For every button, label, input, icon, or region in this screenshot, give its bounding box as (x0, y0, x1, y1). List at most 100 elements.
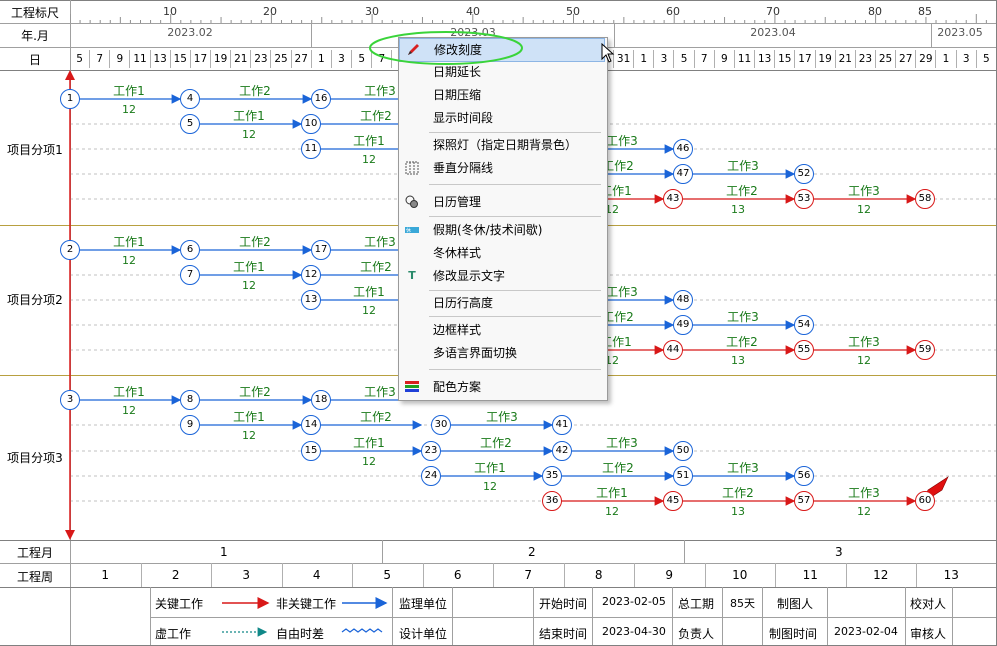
menu-item-holiday[interactable]: 休 假期(冬休/技术间歇) (399, 219, 605, 241)
menu-item-calendar-manage[interactable]: 日历管理 (399, 191, 605, 213)
node[interactable]: 7 (180, 265, 200, 285)
node[interactable]: 17 (311, 240, 331, 260)
menu-item-label: 配色方案 (433, 380, 482, 394)
task-duration: 12 (362, 153, 376, 166)
critical-node[interactable]: 58 (915, 189, 935, 209)
drawer-label: 制图人 (777, 597, 814, 611)
node[interactable]: 42 (552, 441, 572, 461)
critical-node[interactable]: 43 (663, 189, 683, 209)
task-name: 工作3 (364, 385, 396, 399)
task-name: 工作1 (353, 285, 385, 299)
project-week: 1 (101, 568, 110, 582)
menu-item-border-style[interactable]: 边框样式 (399, 319, 605, 341)
project-week-label: 工程周 (16, 570, 53, 584)
node[interactable]: 23 (421, 441, 441, 461)
critical-node[interactable]: 45 (663, 491, 683, 511)
task-name: 工作1 (113, 84, 145, 98)
menu-item-language[interactable]: 多语言界面切换 (399, 342, 605, 364)
node[interactable]: 51 (673, 466, 693, 486)
menu-item-winter-style[interactable]: 冬休样式 (399, 242, 605, 264)
project-week: 8 (594, 568, 603, 582)
node[interactable]: 5 (180, 114, 200, 134)
critical-node[interactable]: 57 (794, 491, 814, 511)
task-duration: 13 (731, 203, 745, 216)
node[interactable]: 56 (794, 466, 814, 486)
task-name: 工作1 (353, 134, 385, 148)
node[interactable]: 30 (431, 415, 451, 435)
task-name: 工作2 (239, 84, 271, 98)
menu-item-row-height[interactable]: 日历行高度 (399, 292, 605, 314)
node[interactable]: 9 (180, 415, 200, 435)
task-name: 工作3 (364, 84, 396, 98)
menu-item-spotlight[interactable]: 探照灯（指定日期背景色） (399, 134, 605, 156)
task-name: 工作2 (239, 385, 271, 399)
critical-node[interactable]: 36 (542, 491, 562, 511)
node[interactable]: 48 (673, 290, 693, 310)
context-menu[interactable]: 修改刻度 日期延长 日期压缩 显示时间段 探照灯（指定日期背景色） 垂直分隔线 … (398, 37, 608, 401)
project-week: 12 (873, 568, 889, 582)
menu-item-show-period[interactable]: 显示时间段 (399, 107, 605, 129)
node[interactable]: 11 (301, 139, 321, 159)
node[interactable]: 49 (673, 315, 693, 335)
node[interactable]: 1 (60, 89, 80, 109)
project-month: 1 (220, 545, 228, 559)
menu-item-label: 假期(冬休/技术间歇) (433, 223, 543, 237)
project-month-label: 工程月 (16, 546, 53, 560)
critical-node[interactable]: 55 (794, 340, 814, 360)
task-name: 工作1 (233, 109, 265, 123)
node[interactable]: 13 (301, 290, 321, 310)
task-name: 工作1 (596, 486, 628, 500)
task-name: 工作3 (364, 235, 396, 249)
node[interactable]: 18 (311, 390, 331, 410)
node[interactable]: 3 (60, 390, 80, 410)
menu-item-color-scheme[interactable]: 配色方案 (399, 376, 605, 398)
node[interactable]: 2 (60, 240, 80, 260)
node[interactable]: 10 (301, 114, 321, 134)
critical-node[interactable]: 44 (663, 340, 683, 360)
node[interactable]: 16 (311, 89, 331, 109)
project-week: 7 (524, 568, 533, 582)
node[interactable]: 47 (673, 164, 693, 184)
task-name: 工作2 (602, 461, 634, 475)
task-name: 工作1 (233, 410, 265, 424)
node[interactable]: 41 (552, 415, 572, 435)
duration-value: 85天 (730, 597, 755, 610)
node[interactable]: 46 (673, 139, 693, 159)
node[interactable]: 14 (301, 415, 321, 435)
node[interactable]: 8 (180, 390, 200, 410)
task-name: 工作2 (726, 184, 758, 198)
project-week: 6 (453, 568, 462, 582)
node[interactable]: 15 (301, 441, 321, 461)
menu-separator (429, 132, 601, 133)
node[interactable]: 52 (794, 164, 814, 184)
legend-virtual: 虚工作 (155, 627, 192, 641)
menu-separator (429, 316, 601, 317)
task-name: 工作3 (727, 159, 759, 173)
end-time-value: 2023-04-30 (602, 625, 666, 638)
color-scheme-icon (405, 380, 419, 394)
menu-item-compress-date[interactable]: 日期压缩 (399, 84, 605, 106)
node[interactable]: 12 (301, 265, 321, 285)
task-duration: 12 (242, 128, 256, 141)
task-name: 工作2 (360, 109, 392, 123)
vertical-grid-icon (405, 161, 419, 175)
node[interactable]: 35 (542, 466, 562, 486)
menu-item-label: 日历行高度 (433, 296, 494, 310)
critical-node[interactable]: 53 (794, 189, 814, 209)
task-name: 工作2 (360, 410, 392, 424)
menu-separator (429, 290, 601, 291)
critical-node[interactable]: 60 (915, 491, 935, 511)
menu-item-modify-text[interactable]: T 修改显示文字 (399, 265, 605, 287)
node[interactable]: 54 (794, 315, 814, 335)
menu-item-vertical-divider[interactable]: 垂直分隔线 (399, 157, 605, 179)
node[interactable]: 24 (421, 466, 441, 486)
critical-node[interactable]: 59 (915, 340, 935, 360)
node[interactable]: 4 (180, 89, 200, 109)
task-name: 工作3 (486, 410, 518, 424)
node[interactable]: 6 (180, 240, 200, 260)
task-name: 工作3 (727, 461, 759, 475)
draw-time-label: 制图时间 (769, 627, 818, 641)
node[interactable]: 50 (673, 441, 693, 461)
task-duration: 12 (857, 505, 871, 518)
task-name: 工作2 (722, 486, 754, 500)
